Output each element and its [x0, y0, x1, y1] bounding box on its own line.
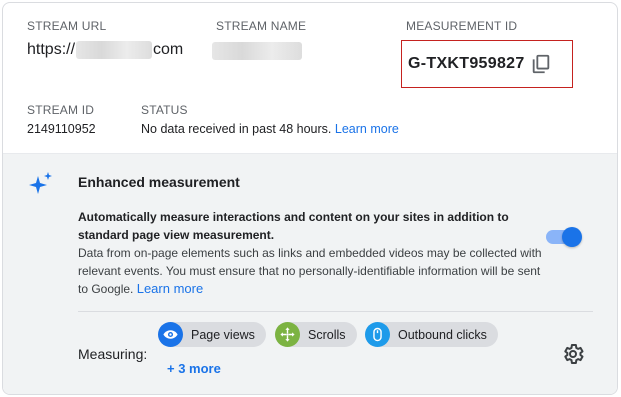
stream-url-value: https:// com — [27, 41, 183, 59]
chip-page-views[interactable]: Page views — [158, 322, 266, 347]
sparkle-icon — [29, 172, 52, 194]
enhanced-measurement-toggle[interactable] — [546, 226, 583, 247]
stream-details-card: STREAM URL STREAM NAME MEASUREMENT ID ht… — [2, 2, 618, 395]
measurement-id-label: MEASUREMENT ID — [406, 19, 518, 33]
more-measurements-link[interactable]: + 3 more — [167, 361, 221, 376]
chip-label: Page views — [191, 327, 255, 342]
chip-scrolls[interactable]: Scrolls — [275, 322, 357, 347]
redacted-url-blur — [76, 41, 153, 59]
toggle-knob — [562, 227, 582, 247]
stream-url-suffix: com — [153, 41, 184, 59]
status-learn-more-link[interactable]: Learn more — [335, 122, 399, 136]
measuring-label: Measuring: — [78, 346, 148, 362]
chip-label: Scrolls — [308, 327, 346, 342]
enhanced-learn-more-link[interactable]: Learn more — [137, 281, 203, 296]
eye-icon — [158, 322, 183, 347]
stream-url-label: STREAM URL — [27, 19, 107, 33]
status-value: No data received in past 48 hours. Learn… — [141, 122, 399, 136]
stream-url-prefix: https:// — [27, 41, 76, 59]
chip-outbound-clicks[interactable]: Outbound clicks — [365, 322, 498, 347]
redacted-name-blur — [212, 42, 302, 60]
status-label: STATUS — [141, 103, 188, 117]
mouse-icon — [365, 322, 390, 347]
measurement-id-value: G-TXKT959827 — [408, 55, 525, 72]
stream-name-value — [212, 42, 302, 60]
status-text: No data received in past 48 hours. — [141, 122, 332, 136]
gear-icon[interactable] — [561, 342, 585, 366]
stream-name-label: STREAM NAME — [216, 19, 307, 33]
copy-icon[interactable] — [530, 53, 552, 75]
move-arrows-icon — [275, 322, 300, 347]
enhanced-measurement-title: Enhanced measurement — [78, 174, 240, 190]
description-bold-text: Automatically measure interactions and c… — [78, 210, 509, 242]
stream-id-label: STREAM ID — [27, 103, 95, 117]
stream-id-value: 2149110952 — [27, 122, 96, 136]
chip-label: Outbound clicks — [398, 327, 487, 342]
section-divider — [78, 311, 593, 312]
enhanced-measurement-description: Automatically measure interactions and c… — [78, 208, 548, 298]
